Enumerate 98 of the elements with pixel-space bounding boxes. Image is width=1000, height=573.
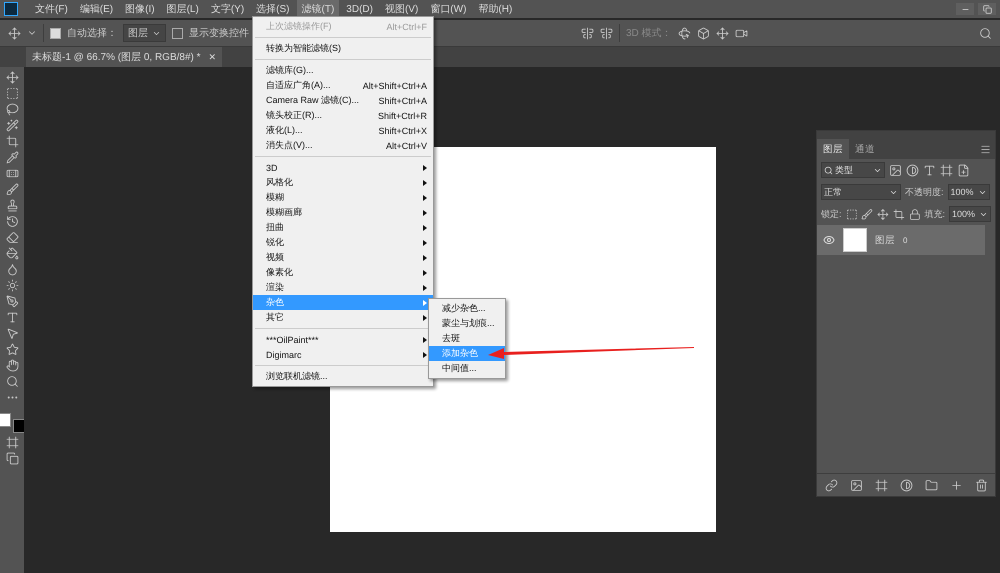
menu-option[interactable]: 模糊画廊 [253,205,433,220]
minimize-button[interactable] [956,3,974,15]
adjustment-icon[interactable] [906,164,919,176]
hand-icon[interactable] [6,359,18,372]
menu-option[interactable]: 转换为智能滤镜(S) [253,41,433,56]
crop-icon[interactable] [6,135,18,148]
app-logo [4,2,18,16]
move-icon[interactable] [716,26,729,40]
menu-option[interactable]: 扭曲 [253,220,433,235]
filter-dropdown[interactable]: 类型 [821,162,885,178]
stamp-icon[interactable] [6,199,18,212]
menu-item[interactable]: 视图(V) [380,0,424,18]
checkbox-label: 显示变换控件 [189,26,249,40]
menu-option[interactable]: 像素化 [253,265,433,280]
menu-option[interactable]: 自适应广角(A)... Alt+Shift+Ctrl+A [253,78,433,93]
menu-item[interactable]: 文字(Y) [206,0,250,18]
dodge-icon[interactable] [6,279,18,292]
menu-item[interactable]: 图像(I) [120,0,160,18]
menu-item[interactable]: 窗口(W) [425,0,472,18]
menu-icon[interactable] [980,144,991,154]
type-icon[interactable] [923,164,936,176]
menu-item[interactable]: 编辑(E) [74,0,118,18]
move-tool-icon[interactable] [6,71,18,84]
menu-option[interactable]: 视频 [253,250,433,265]
checkbox[interactable] [50,28,61,38]
align-icon[interactable] [581,26,594,40]
menu-option[interactable]: 模糊 [253,190,433,205]
pen-icon[interactable] [6,295,18,308]
menu-option[interactable]: 锐化 [253,235,433,250]
move-icon[interactable] [877,208,889,220]
style-icon[interactable] [850,478,862,492]
new-layer-icon[interactable] [950,478,962,492]
box-icon[interactable] [696,26,710,40]
restore-button[interactable] [978,3,996,15]
lock-pixels-icon[interactable] [846,208,858,220]
smart-object-icon[interactable] [957,164,970,176]
rotate-3d-icon[interactable] [678,26,691,40]
filter-kind: 类型 [835,164,853,176]
checkbox[interactable] [172,28,183,38]
eyedropper-icon[interactable] [6,151,18,164]
type-icon[interactable] [6,311,18,324]
opacity-label: 不透明度: [905,186,944,198]
restore-icon [982,4,992,14]
lock-icon[interactable] [908,208,920,220]
menu-option[interactable]: 消失点(V)... Alt+Ctrl+V [253,138,433,153]
bandage-icon[interactable] [6,167,18,180]
close-icon[interactable]: ✕ [208,52,216,62]
lock-label: 锁定: [821,208,842,220]
search-icon[interactable] [979,26,992,40]
menu-item[interactable]: 图层(L) [162,0,204,18]
folder-icon[interactable] [924,478,938,492]
menu-option[interactable]: 中间值... [429,361,505,376]
eye-icon[interactable] [823,234,835,246]
link-icon[interactable] [824,478,838,492]
opacity-field[interactable]: 100% [948,184,990,200]
menu-option[interactable]: 3D [253,160,433,175]
checkbox-label: 自动选择： [67,26,117,40]
zoom-icon[interactable] [6,375,18,388]
menu-option[interactable]: 渲染 [253,280,433,295]
fill-label: 填充: [924,208,946,220]
screen-mode-icon[interactable] [6,452,18,465]
blend-mode-dropdown[interactable]: 正常 [821,184,901,200]
image-icon[interactable] [889,164,902,176]
droplet-icon[interactable] [6,263,18,276]
paint-bucket-icon[interactable] [6,247,18,260]
pointer-icon[interactable] [6,327,18,340]
fill-field[interactable]: 100% [949,206,992,222]
menu-option[interactable]: Camera Raw 滤镜(C)... Shift+Ctrl+A [253,93,433,108]
align-icon[interactable] [600,26,613,40]
marquee-icon[interactable] [6,87,18,100]
menu-option[interactable]: 滤镜库(G)... [253,63,433,78]
menu-item[interactable]: 帮助(H) [473,0,518,18]
menu-option[interactable]: 风格化 [253,175,433,190]
menu-option[interactable]: 去斑 [429,331,505,346]
layer-row[interactable]: 图层 0 [817,225,985,255]
target-dropdown[interactable]: 图层 [123,24,166,42]
layer-index: 0 [903,236,908,244]
menu-item[interactable]: 3D(D) [341,2,378,16]
move-icon[interactable] [8,26,21,40]
lasso-icon[interactable] [6,103,18,116]
wand-icon[interactable] [6,119,18,132]
menu-option[interactable]: 蒙尘与划痕... [429,316,505,331]
layer-thumbnail [843,228,867,252]
panel-tab[interactable]: 图层 [817,139,849,159]
panel-tab[interactable]: 通道 [849,139,881,159]
menu-item[interactable]: 选择(S) [251,0,294,18]
history-brush-icon[interactable] [6,215,18,228]
menu-option[interactable]: 镜头校正(R)... Shift+Ctrl+R [253,108,433,123]
menu-option[interactable]: 液化(L)... Shift+Ctrl+X [253,123,433,138]
menu-item[interactable]: 文件(F) [30,0,73,18]
layer-name: 图层 [875,234,895,246]
brush-icon[interactable] [861,208,874,220]
document-tab[interactable]: 未标题-1 @ 66.7% (图层 0, RGB/8#) * ✕ [26,47,222,67]
eraser-icon[interactable] [6,231,18,244]
trash-icon[interactable] [974,478,988,492]
adjustment-icon[interactable] [900,478,912,492]
search-icon [824,166,833,174]
brush-icon[interactable] [6,183,18,196]
